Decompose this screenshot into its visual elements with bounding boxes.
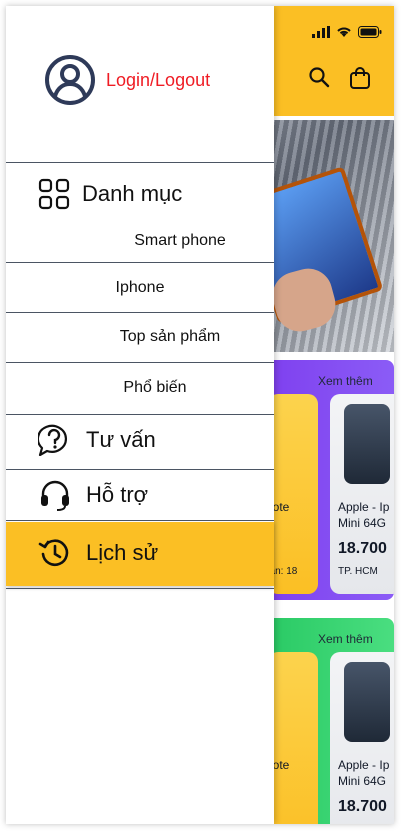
login-logout-button[interactable]: Login/Logout — [44, 54, 210, 106]
divider — [6, 262, 274, 263]
divider — [6, 162, 274, 163]
product-card[interactable]: Note — [268, 652, 318, 824]
shopping-bag-icon[interactable] — [348, 66, 372, 90]
category-header[interactable]: Danh mục — [38, 178, 182, 210]
menu-item-consult[interactable]: Tư vấn — [38, 424, 156, 456]
product-card[interactable]: Apple - Ip Mini 64G 18.700 TP. HCM — [330, 394, 394, 594]
help-chat-icon — [38, 424, 68, 456]
status-bar — [312, 26, 382, 38]
menu-item-label: Hỗ trợ — [86, 482, 149, 507]
product-price: 18.700 — [338, 540, 387, 557]
menu-item-label: Tư vấn — [86, 427, 156, 452]
category-item-top-products[interactable]: Top sản phẩm — [6, 328, 274, 346]
category-item-smart-phone[interactable]: Smart phone — [6, 232, 274, 250]
user-avatar-icon — [45, 55, 95, 105]
product-card[interactable]: Apple - Ip Mini 64G 18.700 — [330, 652, 394, 824]
product-image — [344, 662, 390, 742]
product-image — [344, 404, 390, 484]
category-title: Danh mục — [82, 181, 183, 206]
category-item-popular[interactable]: Phổ biến — [6, 379, 274, 397]
divider — [6, 362, 274, 363]
wifi-icon — [337, 27, 351, 37]
product-name-line2: Mini 64G — [338, 774, 387, 788]
product-card[interactable]: Note bán: 18 — [268, 394, 318, 594]
see-more-link[interactable]: Xem thêm — [318, 632, 373, 646]
category-item-iphone[interactable]: Iphone — [6, 279, 274, 297]
menu-item-history[interactable]: Lịch sử — [38, 536, 158, 570]
product-name: Apple - Ip — [338, 500, 390, 514]
divider — [6, 414, 274, 415]
grid-icon — [38, 178, 70, 210]
divider — [6, 469, 274, 470]
signal-icon — [312, 26, 330, 38]
login-logout-label: Login/Logout — [106, 69, 211, 90]
menu-item-support[interactable]: Hỗ trợ — [38, 478, 148, 512]
product-name: Apple - Ip — [338, 758, 390, 772]
divider — [6, 588, 274, 589]
app-screen: Xem thêm Note bán: 18 Apple - Ip Mini 64… — [6, 6, 394, 824]
divider — [6, 312, 274, 313]
battery-icon — [358, 26, 382, 38]
headset-icon — [41, 480, 69, 511]
product-name-line2: Mini 64G — [338, 516, 387, 530]
product-price: 18.700 — [338, 798, 387, 815]
menu-item-label: Lịch sử — [86, 540, 159, 565]
divider — [6, 520, 274, 521]
navigation-drawer: Login/Logout Danh mục Smart phone Iphone… — [6, 6, 274, 824]
history-icon — [38, 539, 69, 567]
product-location: TP. HCM — [338, 566, 378, 577]
search-icon[interactable] — [308, 66, 330, 88]
see-more-link[interactable]: Xem thêm — [318, 374, 373, 388]
